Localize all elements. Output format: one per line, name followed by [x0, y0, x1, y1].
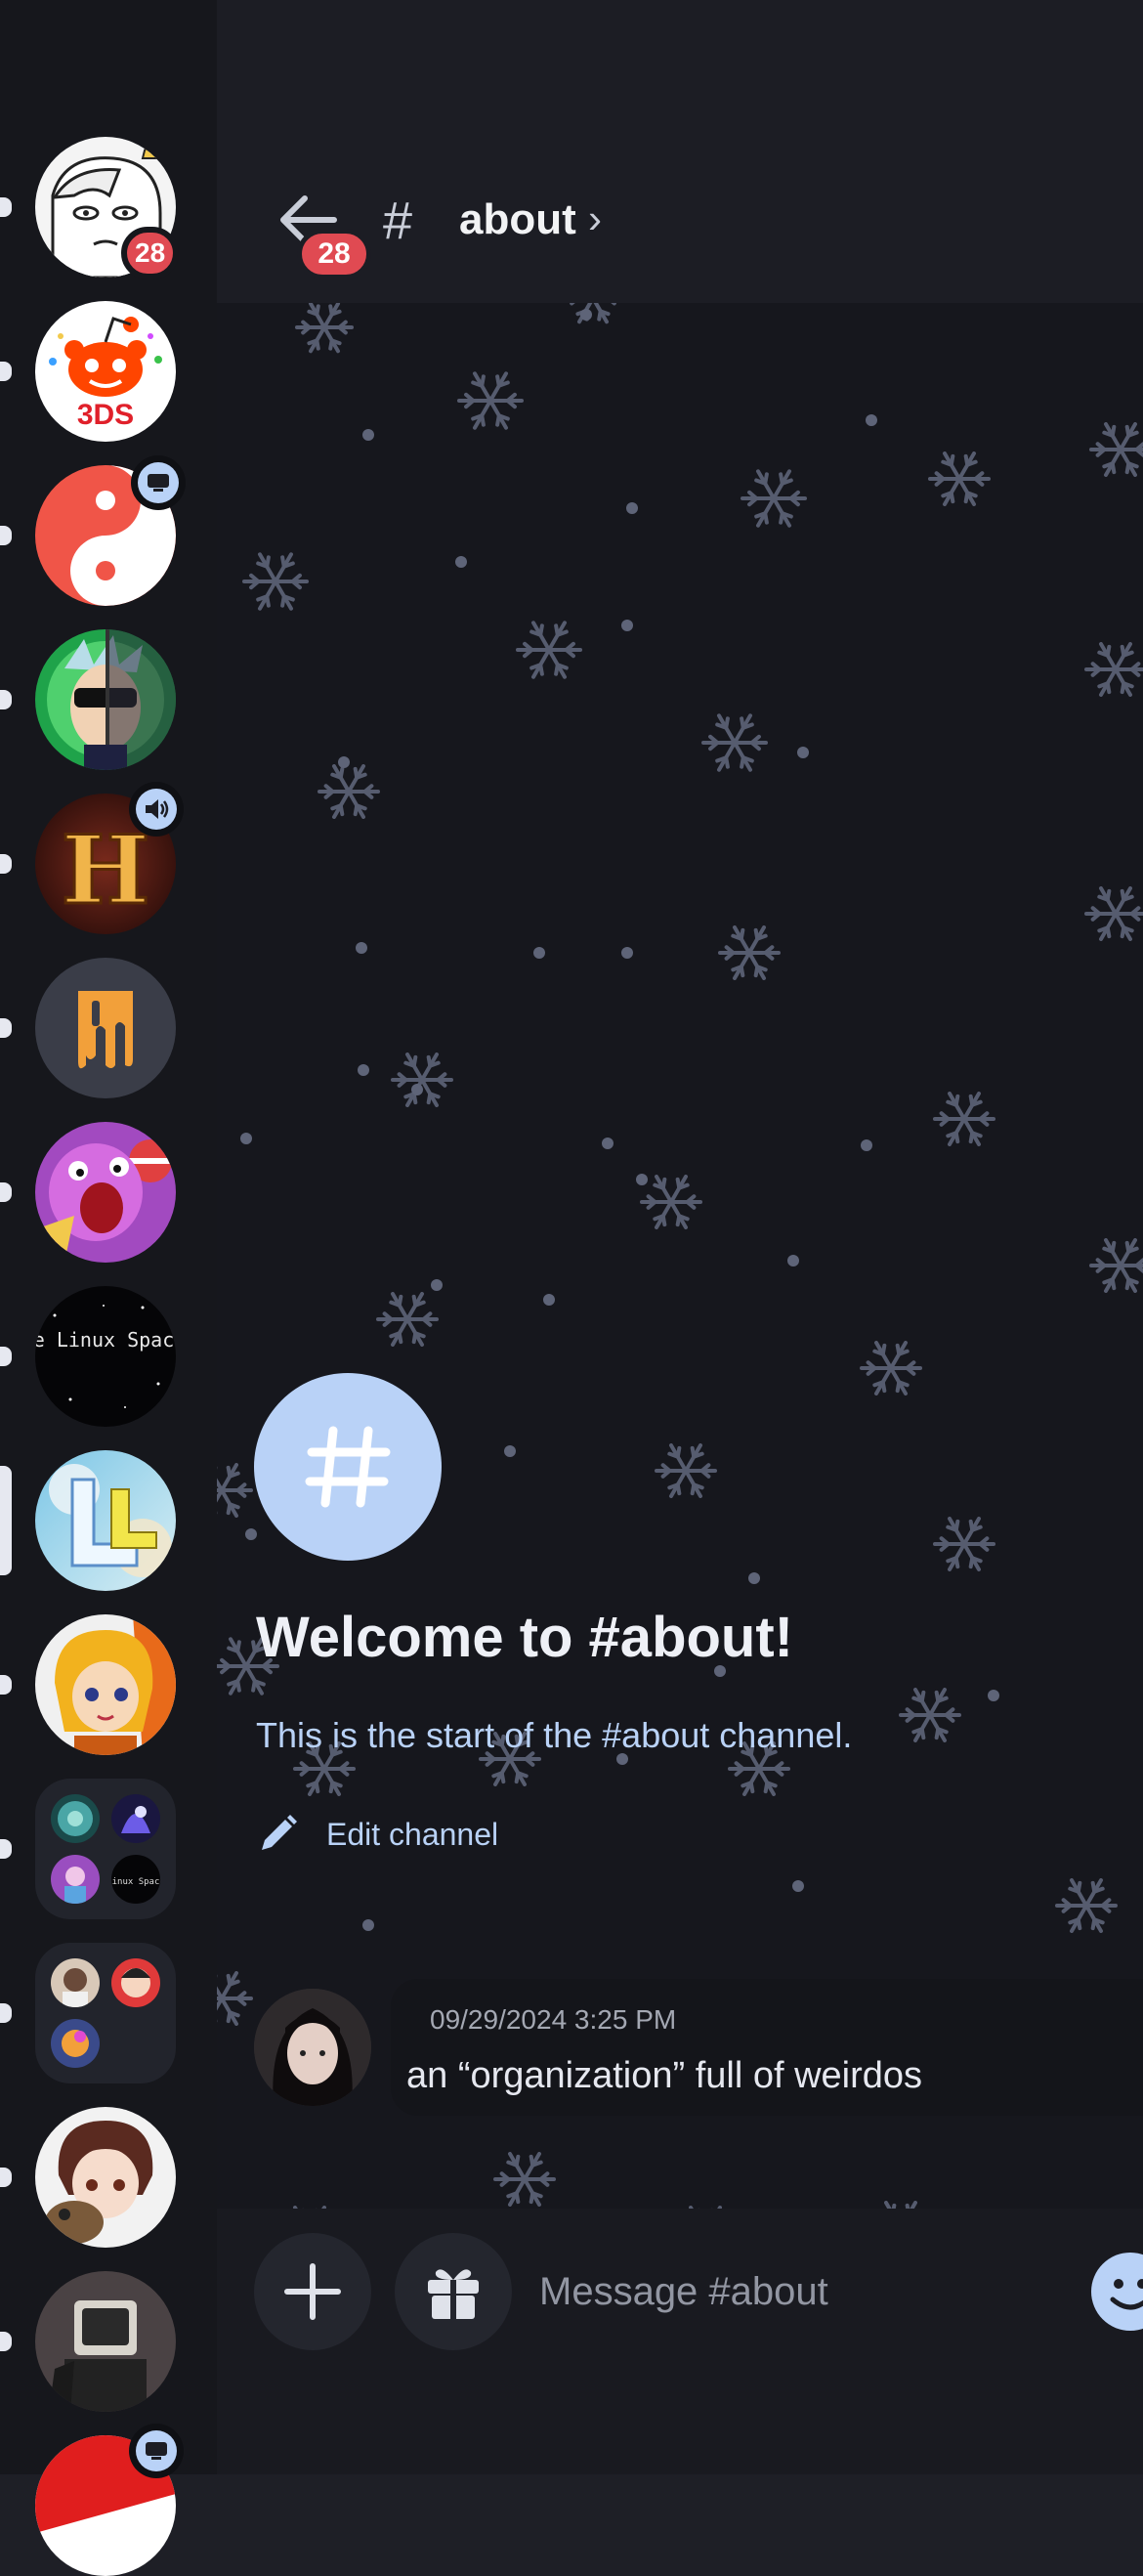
- unread-indicator: [0, 1018, 12, 1038]
- add-attachment-button[interactable]: [254, 2233, 371, 2350]
- server-item-7[interactable]: [35, 1122, 176, 1263]
- server-item-5[interactable]: H: [35, 794, 176, 934]
- stage-badge: [129, 2424, 184, 2478]
- unread-indicator: [0, 1182, 12, 1202]
- server-item-8[interactable]: The Linux Space: [35, 1286, 176, 1427]
- server-item-1[interactable]: 28: [35, 137, 176, 278]
- message-list[interactable]: Welcome to #about! This is the start of …: [217, 303, 1143, 2209]
- gift-icon: [422, 2260, 485, 2323]
- plus-icon: [281, 2260, 344, 2323]
- message-input[interactable]: [539, 2233, 1143, 2350]
- back-unread-badge: 28: [297, 229, 371, 279]
- folder-avatar-1: [51, 1958, 100, 2007]
- unread-indicator: [0, 854, 12, 874]
- server-avatar: [35, 1450, 176, 1591]
- folder-avatar-2: [111, 1958, 160, 2007]
- folder-avatar-1: [51, 1794, 100, 1843]
- unread-indicator: [0, 526, 12, 545]
- unread-indicator: [0, 1839, 12, 1859]
- chevron-right-icon[interactable]: ›: [588, 195, 602, 242]
- server-item-2[interactable]: 3DS: [35, 301, 176, 442]
- server-folder-2[interactable]: [35, 1943, 176, 2083]
- unread-indicator: [0, 362, 12, 381]
- channel-hash-avatar: [254, 1373, 442, 1561]
- channel-header: 28 # about ›: [217, 0, 1143, 303]
- edit-channel-button[interactable]: Edit channel: [256, 1808, 498, 1861]
- logo-text: 3DS: [77, 399, 134, 431]
- server-avatar: The Linux Space: [35, 1286, 176, 1427]
- server-folder-1[interactable]: Linux Space: [35, 1779, 176, 1919]
- server-item-14[interactable]: [35, 2271, 176, 2412]
- message-text: an “organization” full of weirdos: [406, 2055, 922, 2097]
- welcome-subtitle: This is the start of the #about channel.: [256, 1715, 852, 1756]
- message-item[interactable]: 09/29/2024 3:25 PM an “organization” ful…: [254, 1979, 1143, 2116]
- edit-channel-label: Edit channel: [326, 1817, 498, 1853]
- smile-icon: [1091, 2253, 1143, 2331]
- server-avatar: 3DS: [35, 301, 176, 442]
- unread-indicator: [0, 2332, 12, 2351]
- server-item-13[interactable]: [35, 2107, 176, 2248]
- snow-background: [217, 303, 1143, 2209]
- server-item-9[interactable]: [35, 1450, 176, 1591]
- folder-container: [35, 1943, 176, 2083]
- stage-icon: [144, 2440, 169, 2462]
- channel-hash-icon: #: [383, 191, 412, 251]
- folder-avatar-2: [111, 1794, 160, 1843]
- stage-icon: [146, 472, 171, 494]
- user-avatar[interactable]: [254, 1989, 371, 2106]
- folder-container: Linux Space: [35, 1779, 176, 1919]
- voice-badge: [129, 782, 184, 837]
- mention-badge: 28: [121, 227, 179, 279]
- server-avatar: [35, 1122, 176, 1263]
- message-composer: [217, 2209, 1143, 2474]
- server-item-3[interactable]: [35, 465, 176, 606]
- folder-avatar-3: [51, 2019, 100, 2068]
- server-avatar: [35, 2271, 176, 2412]
- server-item-4[interactable]: [35, 629, 176, 770]
- folder-avatar-4: Linux Space: [111, 1855, 160, 1904]
- unread-indicator: [0, 2003, 12, 2023]
- stage-badge: [131, 455, 186, 510]
- gift-button[interactable]: [395, 2233, 512, 2350]
- channel-view: 28 # about › Welcome to #about! This is …: [217, 0, 1143, 2474]
- server-item-15[interactable]: [35, 2435, 176, 2576]
- logo-text: H: [62, 815, 150, 925]
- speaker-icon: [143, 797, 170, 821]
- server-item-6[interactable]: [35, 958, 176, 1098]
- mini-logo-text: Linux Space: [111, 1877, 160, 1887]
- emoji-button[interactable]: [1091, 2253, 1143, 2331]
- message-bubble: 09/29/2024 3:25 PM an “organization” ful…: [391, 1979, 1143, 2116]
- server-avatar: [35, 2107, 176, 2248]
- message-timestamp: 09/29/2024 3:25 PM: [430, 2004, 676, 2036]
- folder-avatar-3: [51, 1855, 100, 1904]
- channel-title[interactable]: about: [459, 195, 576, 244]
- server-rail: 28 3DS: [0, 0, 217, 2474]
- server-avatar: [35, 629, 176, 770]
- unread-indicator: [0, 1675, 12, 1695]
- unread-indicator: [0, 2168, 12, 2187]
- selected-indicator: [0, 1466, 12, 1575]
- pencil-icon: [256, 1813, 299, 1856]
- server-avatar: [35, 1614, 176, 1755]
- server-item-10[interactable]: [35, 1614, 176, 1755]
- unread-indicator: [0, 1347, 12, 1366]
- server-avatar: [35, 958, 176, 1098]
- unread-indicator: [0, 690, 12, 709]
- welcome-title: Welcome to #about!: [256, 1605, 793, 1670]
- logo-text: The Linux Space: [35, 1328, 176, 1352]
- hash-icon: [304, 1423, 392, 1511]
- unread-indicator: [0, 197, 12, 217]
